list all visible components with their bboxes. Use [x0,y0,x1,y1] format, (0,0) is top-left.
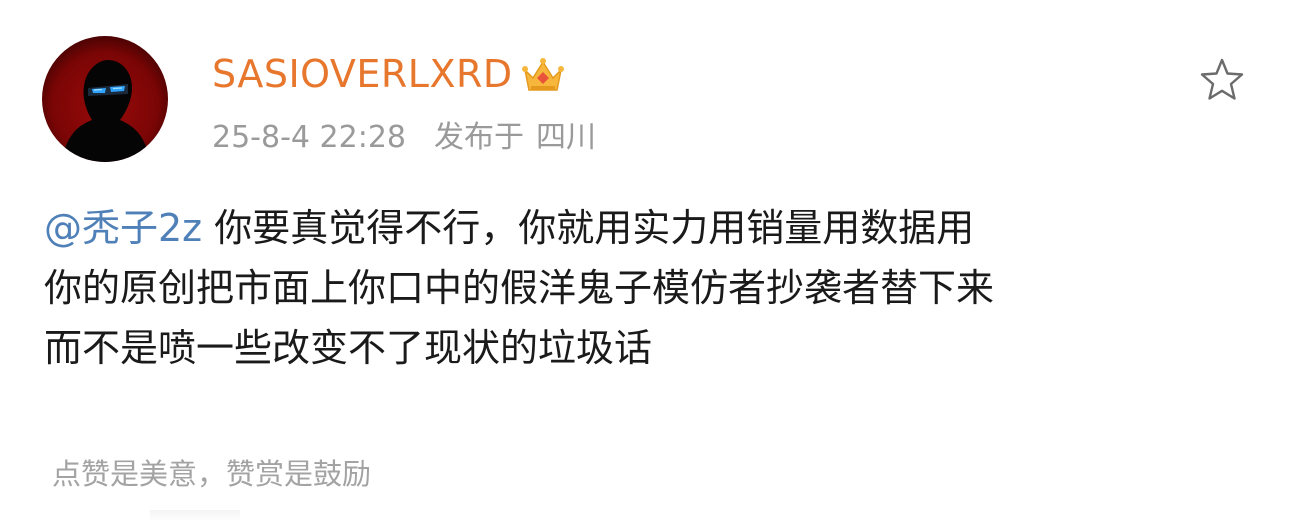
comment-card: SASIOVERLXRD 25-8-4 22:28 发布于 四川 @秃子2z 你要真… [0,0,1290,522]
divider [150,510,240,522]
post-meta: 25-8-4 22:28 发布于 四川 [212,116,596,160]
avatar-image [42,36,168,162]
favorite-button[interactable] [1196,54,1248,106]
star-outline-icon [1200,58,1244,100]
comment-line: @秃子2z 你要真觉得不行，你就用实力用销量用数据用 [44,198,1254,258]
comment-text: @秃子2z 你要真觉得不行，你就用实力用销量用数据用 你的原创把市面上你口中的假… [44,198,1254,378]
comment-line: 你的原创把市面上你口中的假洋鬼子模仿者抄袭者替下来 [44,266,995,310]
username-row: SASIOVERLXRD [212,48,567,100]
timestamp: 25-8-4 22:28 [212,120,406,155]
crown-icon[interactable] [519,50,567,98]
comment-line: 而不是喷一些改变不了现状的垃圾话 [44,326,653,370]
location: 四川 [536,120,596,155]
avatar[interactable] [42,36,168,162]
username[interactable]: SASIOVERLXRD [212,48,513,100]
reward-note: 点赞是美意，赞赏是鼓励 [52,457,372,491]
mention-link[interactable]: @秃子2z [44,206,202,250]
location-label: 发布于 [434,120,524,155]
comment-line-text: 你要真觉得不行，你就用实力用销量用数据用 [214,206,975,250]
